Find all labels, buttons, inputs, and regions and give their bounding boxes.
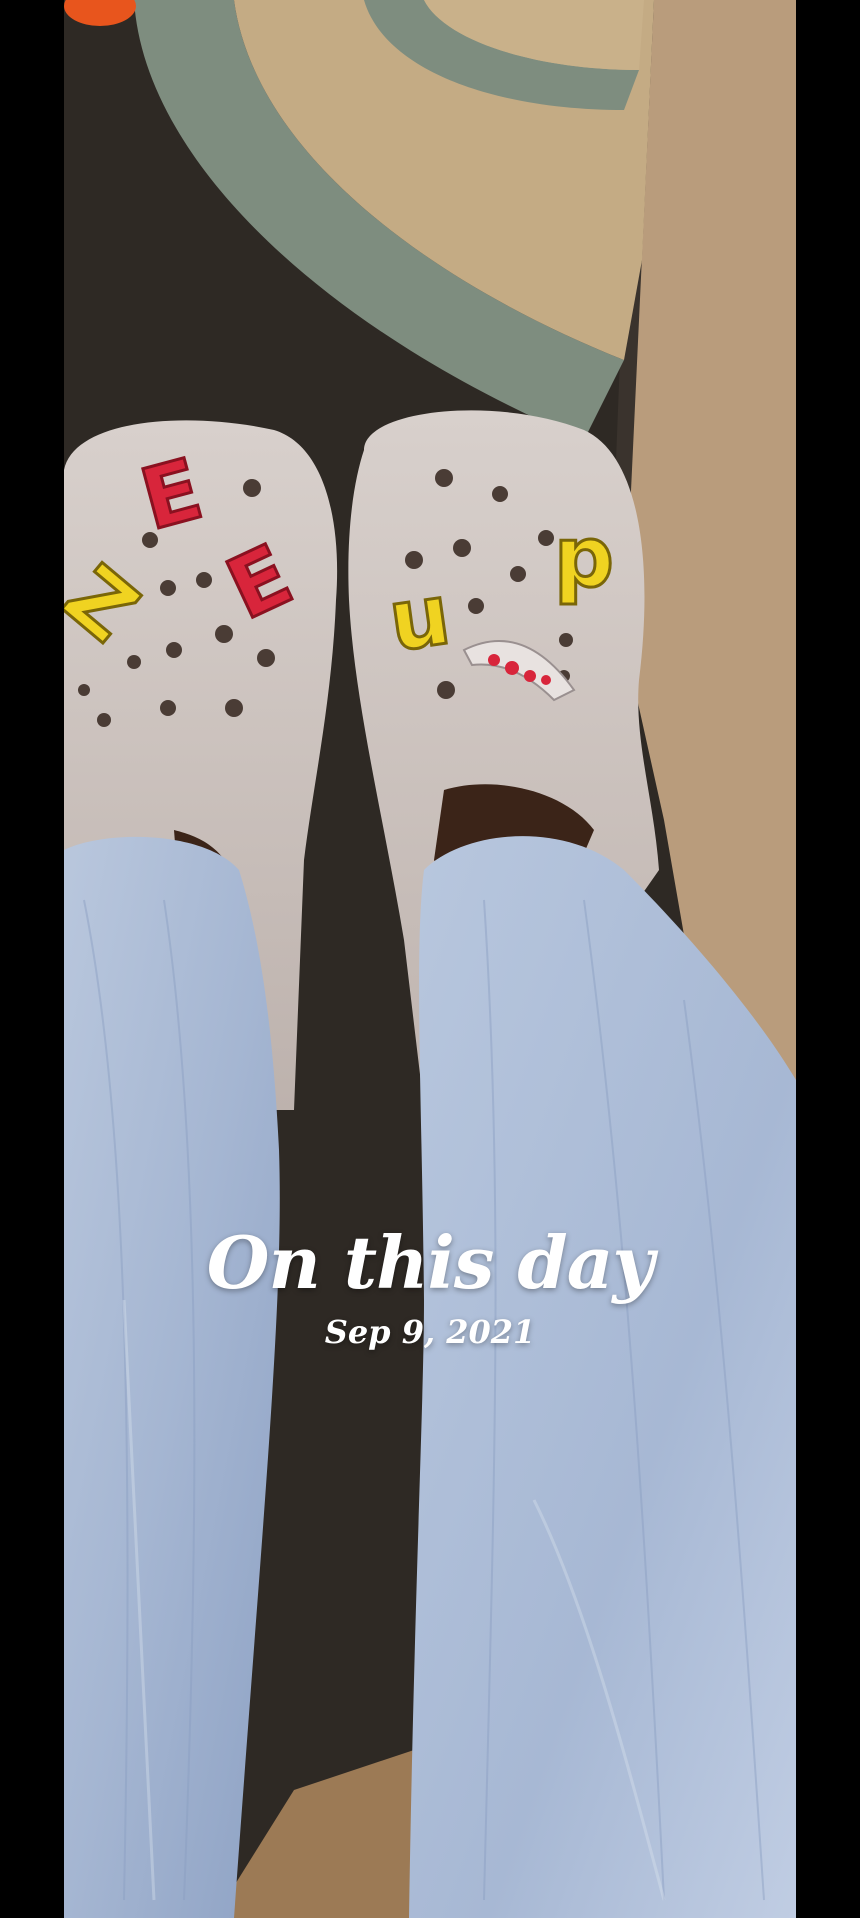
memory-overlay: On this day Sep 9, 2021 [0, 1225, 860, 1350]
story-frame: E E Z u d On this day Sep 9, 2021 [0, 0, 860, 1918]
memory-title: On this day [206, 1220, 655, 1305]
memory-date: Sep 9, 2021 [324, 1312, 536, 1351]
right-jeans [409, 836, 796, 1918]
photo-illustration: E E Z u d [64, 0, 796, 1918]
memory-photo: E E Z u d [64, 0, 796, 1918]
svg-text:d: d [554, 520, 614, 618]
